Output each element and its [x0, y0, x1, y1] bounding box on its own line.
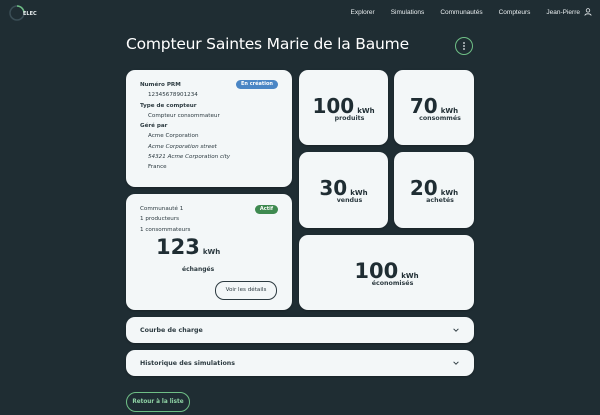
meter-type-value: Compteur consommateur: [148, 112, 220, 119]
chevron-down-icon: [453, 328, 459, 332]
meter-info-card: En création Numéro PRM 12345678901234 Ty…: [126, 70, 292, 187]
stat-consumed: 70 kWh consommés: [394, 70, 474, 145]
sold-unit: kWh: [350, 189, 368, 197]
user-name: Jean-Pierre: [546, 8, 580, 16]
saved-unit: kWh: [401, 271, 419, 280]
consumed-label: consommés: [419, 114, 461, 122]
community-producers: 1 producteurs: [140, 216, 180, 223]
community-status-badge: Actif: [254, 205, 278, 214]
stat-produced: 100 kWh produits: [299, 70, 388, 145]
company-city: 54321 Acme Corporation city: [148, 154, 231, 161]
logo-text: ELEC: [23, 11, 37, 17]
top-navbar: ELEC Explorer Simulations Communautés Co…: [0, 0, 600, 26]
user-icon: [584, 8, 592, 16]
prm-value: 12345678901234: [148, 92, 198, 99]
company-country: France: [148, 164, 167, 171]
meter-type-label: Type de compteur: [140, 102, 197, 109]
chevron-down-icon: [453, 361, 459, 365]
stat-bought: 20 kWh achetés: [394, 152, 474, 228]
stat-saved: 100 kWh économisés: [299, 235, 474, 310]
back-to-list-button[interactable]: Retour à la liste: [126, 392, 190, 412]
community-card: Actif Communauté 1 1 producteurs 1 conso…: [126, 194, 292, 310]
status-badge: En création: [235, 80, 278, 89]
community-consumers: 1 consommateurs: [140, 226, 191, 233]
simulation-history-label: Historique des simulations: [140, 359, 236, 367]
bought-unit: kWh: [440, 189, 459, 197]
load-curve-accordion[interactable]: Courbe de charge: [126, 317, 474, 343]
simulation-history-accordion[interactable]: Historique des simulations: [126, 350, 474, 376]
exchanged-unit: kWh: [202, 248, 221, 256]
logo-icon: ELEC: [9, 5, 37, 21]
bought-label: achetés: [426, 197, 454, 204]
managed-by-label: Géré par: [140, 123, 168, 130]
company-street: Acme Corporation street: [148, 143, 217, 150]
exchanged-value: 123 kWh: [156, 235, 221, 259]
nav-communities[interactable]: Communautés: [440, 9, 482, 16]
company-name: Acme Corporation: [148, 133, 199, 140]
nav-meters[interactable]: Compteurs: [499, 9, 531, 16]
sold-label: vendus: [336, 197, 363, 204]
exchanged-number: 123: [156, 235, 200, 259]
produced-label: produits: [334, 114, 365, 122]
nav-explorer[interactable]: Explorer: [350, 9, 374, 16]
app-logo[interactable]: ELEC: [8, 4, 46, 22]
view-details-button[interactable]: Voir les détails: [215, 281, 277, 300]
consumed-unit: kWh: [440, 106, 459, 115]
main-nav: Explorer Simulations Communautés Compteu…: [350, 8, 592, 16]
saved-label: économisés: [371, 279, 414, 287]
produced-unit: kWh: [357, 106, 375, 115]
more-options-button[interactable]: [455, 37, 473, 55]
exchanged-label: échangés: [182, 266, 215, 273]
load-curve-label: Courbe de charge: [140, 326, 203, 334]
page-title: Compteur Saintes Marie de la Baume: [126, 35, 409, 53]
stat-sold: 30 kWh vendus: [299, 152, 388, 228]
kebab-menu-icon: [463, 42, 465, 50]
user-menu[interactable]: Jean-Pierre: [546, 8, 592, 16]
nav-simulations[interactable]: Simulations: [391, 9, 425, 16]
